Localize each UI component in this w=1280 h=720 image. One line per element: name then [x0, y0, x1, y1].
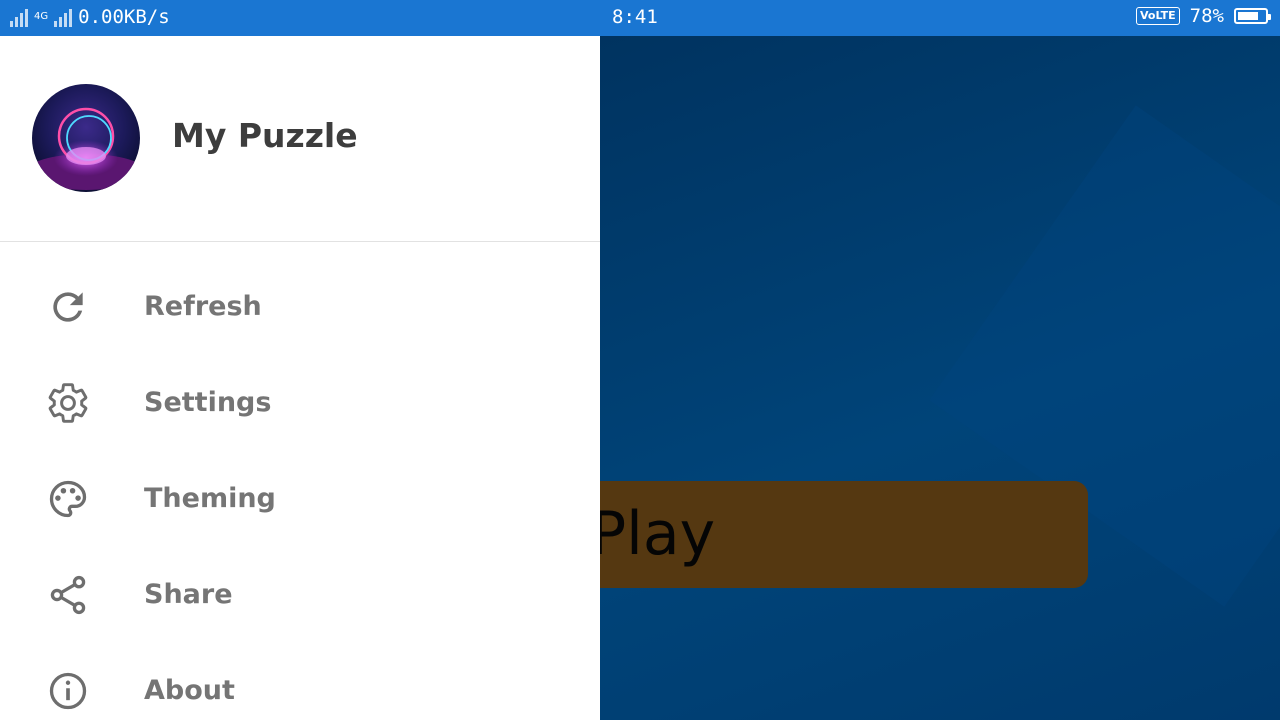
- menu-label: About: [144, 675, 235, 706]
- menu-item-about[interactable]: About: [0, 643, 600, 720]
- app-title: My Puzzle: [172, 116, 358, 155]
- menu-item-share[interactable]: Share: [0, 547, 600, 643]
- network-type-label: 4G: [34, 11, 49, 22]
- battery-icon: [1234, 8, 1271, 24]
- gear-icon: [46, 381, 90, 425]
- status-left: 4G 0.00KB/s: [10, 6, 170, 28]
- navigation-drawer: My Puzzle Refresh Settings Theming Share…: [0, 36, 600, 720]
- menu-item-settings[interactable]: Settings: [0, 355, 600, 451]
- screen: 4G 0.00KB/s 8:41 VoLTE 78% Play My Puzzl…: [0, 0, 1280, 720]
- network-speed: 0.00KB/s: [78, 6, 170, 28]
- refresh-icon: [46, 285, 90, 329]
- status-bar: 4G 0.00KB/s 8:41 VoLTE 78%: [0, 0, 1280, 36]
- share-icon: [46, 573, 90, 617]
- signal-1-icon: [10, 7, 28, 27]
- app-avatar: [32, 84, 140, 192]
- volte-badge: VoLTE: [1135, 7, 1180, 25]
- menu-label: Share: [144, 579, 233, 610]
- status-right: VoLTE 78%: [1135, 5, 1271, 27]
- battery-percent: 78%: [1189, 5, 1224, 27]
- menu-item-theming[interactable]: Theming: [0, 451, 600, 547]
- info-icon: [46, 669, 90, 713]
- menu-label: Settings: [144, 387, 272, 418]
- palette-icon: [46, 477, 90, 521]
- signal-2-icon: [54, 7, 73, 27]
- battery-level: [1238, 12, 1258, 20]
- status-time: 8:41: [612, 6, 658, 28]
- menu-label: Theming: [144, 483, 276, 514]
- menu-item-refresh[interactable]: Refresh: [0, 259, 600, 355]
- play-button[interactable]: Play: [600, 481, 1088, 588]
- drawer-header: My Puzzle: [0, 36, 600, 242]
- game-background: Play: [600, 36, 1280, 720]
- menu-label: Refresh: [144, 291, 262, 322]
